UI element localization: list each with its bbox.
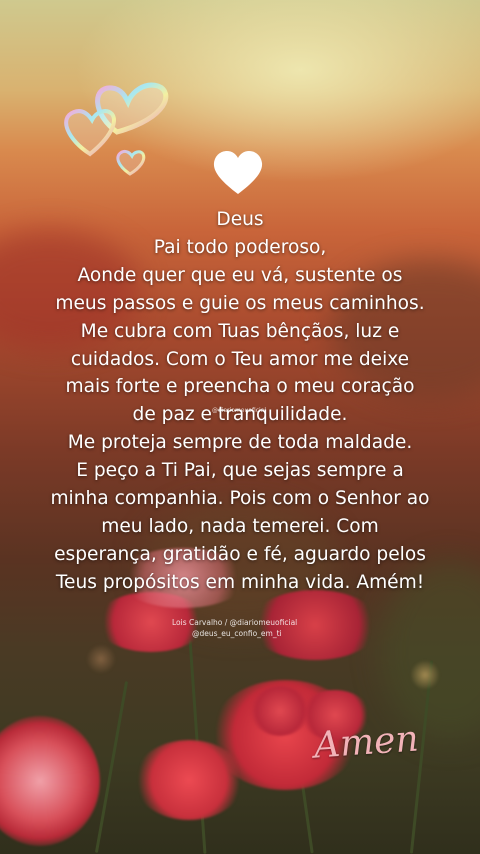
prayer-line: Deus <box>216 209 264 230</box>
iridescent-hearts-icon <box>64 82 169 176</box>
watermark: @diariomeuoficial <box>212 407 267 414</box>
prayer-line: Teus propósitos em minha vida. Amém! <box>55 571 425 593</box>
prayer-line: meu lado, nada temerei. Com <box>101 515 379 537</box>
prayer-text: Deus Pai todo poderoso, Aonde quer que e… <box>20 206 460 597</box>
prayer-line: de paz e tranquilidade. <box>132 404 348 426</box>
credits-line: Lois Carvalho / @diariomeuoficial <box>172 618 298 627</box>
prayer-line: Aonde quer que eu vá, sustente os <box>77 264 403 286</box>
prayer-line: meus passos e guie os meus caminhos. <box>55 292 425 314</box>
prayer-line: E peço a Ti Pai, que sejas sempre a <box>76 460 404 482</box>
amen-signature: Amen <box>312 718 420 767</box>
flower-bud <box>86 644 116 674</box>
white-heart-icon <box>213 151 263 194</box>
prayer-line: Me proteja sempre de toda maldade. <box>67 432 413 454</box>
credits-handle: @deus_eu_confio_em_ti <box>192 629 282 638</box>
prayer-line: cuidados. Com o Teu amor me deixe <box>70 348 410 370</box>
prayer-line: Pai todo poderoso, <box>153 236 327 258</box>
prayer-line: mais forte e preencha o meu coração <box>65 376 415 398</box>
prayer-line: Me cubra com Tuas bênçãos, luz e <box>80 320 400 342</box>
prayer-line: minha companhia. Pois com o Senhor ao <box>50 488 430 510</box>
prayer-line: esperança, gratidão e fé, aguardo pelos <box>54 543 426 565</box>
credits: Lois Carvalho / @diariomeuoficial @deus_… <box>172 617 297 639</box>
flower-bud <box>410 660 440 690</box>
flower <box>134 740 244 820</box>
flower <box>0 716 100 846</box>
